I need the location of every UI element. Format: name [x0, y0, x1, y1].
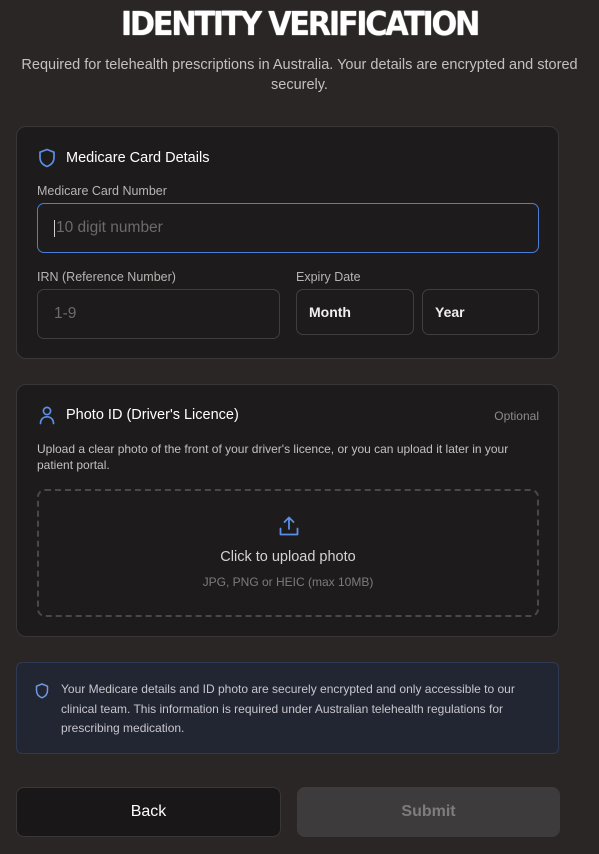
card-number-input[interactable]: 10 digit number: [37, 203, 539, 253]
expiry-date-label: Expiry Date: [296, 270, 361, 284]
card-number-placeholder: 10 digit number: [56, 219, 163, 236]
upload-hint: JPG, PNG or HEIC (max 10MB): [202, 575, 374, 589]
shield-icon: [37, 148, 57, 168]
upload-photo-dropzone[interactable]: Click to upload photo JPG, PNG or HEIC (…: [37, 489, 539, 617]
expiry-year-value: Year: [435, 304, 465, 320]
medicare-card-section: Medicare Card Details Medicare Card Numb…: [16, 126, 559, 359]
upload-title: Click to upload photo: [220, 549, 356, 565]
identity-verification-page: IDENTITY VERIFICATION Required for teleh…: [0, 0, 599, 854]
security-notice: Your Medicare details and ID photo are s…: [16, 662, 559, 754]
shield-icon: [35, 683, 49, 704]
optional-badge: Optional: [494, 409, 539, 423]
expiry-year-select[interactable]: Year: [422, 289, 539, 335]
page-title: IDENTITY VERIFICATION: [120, 4, 481, 43]
user-icon: [37, 405, 57, 425]
photo-id-section-header: Photo ID (Driver's Licence): [37, 405, 239, 425]
irn-placeholder: 1-9: [54, 305, 77, 322]
page-subtitle: Required for telehealth prescriptions in…: [21, 57, 578, 93]
photo-id-section-title: Photo ID (Driver's Licence): [66, 407, 239, 423]
expiry-month-value: Month: [309, 304, 351, 320]
card-number-label: Medicare Card Number: [37, 184, 167, 198]
back-button[interactable]: Back: [16, 787, 281, 837]
submit-button-label: Submit: [401, 803, 456, 820]
photo-id-section: Photo ID (Driver's Licence) Optional Upl…: [16, 384, 559, 637]
medicare-section-title: Medicare Card Details: [66, 150, 210, 166]
medicare-section-header: Medicare Card Details: [37, 148, 209, 168]
irn-input[interactable]: 1-9: [37, 289, 280, 339]
text-caret: [54, 219, 55, 237]
expiry-month-select[interactable]: Month: [296, 289, 414, 335]
photo-id-description: Upload a clear photo of the front of you…: [37, 442, 509, 472]
security-notice-text: Your Medicare details and ID photo are s…: [61, 682, 515, 735]
submit-button[interactable]: Submit: [297, 787, 560, 837]
irn-label: IRN (Reference Number): [37, 270, 176, 284]
upload-icon: [278, 515, 300, 542]
back-button-label: Back: [130, 803, 167, 820]
